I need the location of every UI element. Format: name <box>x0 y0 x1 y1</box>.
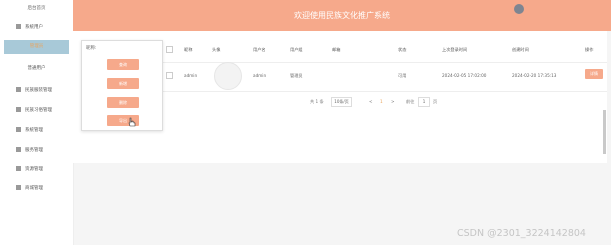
column-header: 操作 <box>585 47 594 52</box>
watermark-text: CSDN @2301_32241428​04 <box>457 228 586 239</box>
page-title: 欢迎使用民族文化推广系统 <box>294 11 390 20</box>
user-avatar-icon[interactable] <box>514 4 524 14</box>
sidebar-item-normal-users[interactable]: 普通用户 <box>0 62 73 74</box>
page-size-select[interactable]: 10条/页 <box>331 97 352 107</box>
goto-label: 前往 <box>406 99 415 104</box>
menu-icon <box>16 87 21 92</box>
sidebar-item-system[interactable]: 系统管理 <box>0 124 73 136</box>
column-header: 头像 <box>212 47 221 52</box>
cell-group: 管理员 <box>290 73 303 78</box>
column-header: 用户名 <box>253 47 266 52</box>
cell-created: 2024-02-20 17:35:13 <box>512 73 557 78</box>
top-header: 欢迎使用民族文化推广系统 <box>73 0 611 31</box>
nickname-label: 昵称: <box>86 46 97 51</box>
menu-icon <box>16 166 21 171</box>
column-header: 用户组 <box>290 47 303 52</box>
column-header: 邮箱 <box>332 47 341 52</box>
menu-icon <box>16 24 21 29</box>
sidebar-item-system-users[interactable]: 系统用户 <box>0 21 73 33</box>
scrollbar[interactable] <box>603 110 606 154</box>
menu-icon <box>16 147 21 152</box>
sidebar-item-mall[interactable]: 商城管理 <box>0 182 73 194</box>
page-number[interactable]: 1 <box>380 99 383 104</box>
column-header: 状态 <box>398 47 407 52</box>
search-action-panel: 昵称: 查询 新增 删除 导出 <box>81 40 163 131</box>
sidebar-title[interactable]: 后台首页 <box>0 5 73 11</box>
menu-icon <box>16 185 21 190</box>
sidebar: 后台首页 系统用户 管理员 普通用户 民族服装管理 民族习俗管理 系统管理 服务… <box>0 0 74 245</box>
pagination-total: 共 1 条 <box>310 99 324 104</box>
goto-page-input[interactable]: 1 <box>418 97 430 107</box>
detail-button[interactable]: 详情 <box>585 69 603 79</box>
column-header: 昵称 <box>184 47 193 52</box>
cell-nickname: admin <box>184 73 198 78</box>
row-checkbox[interactable] <box>166 72 173 79</box>
goto-unit: 页 <box>433 99 438 104</box>
sidebar-item-customs[interactable]: 民族习俗管理 <box>0 104 73 116</box>
column-header: 上次登录时间 <box>442 47 468 52</box>
sidebar-item-service[interactable]: 服务管理 <box>0 144 73 156</box>
sidebar-item-costume[interactable]: 民族服装管理 <box>0 84 73 96</box>
cell-status: 可用 <box>398 73 407 78</box>
select-all-checkbox[interactable] <box>166 46 173 53</box>
avatar-image <box>214 62 242 90</box>
row-divider <box>163 91 607 92</box>
menu-icon <box>16 107 21 112</box>
search-button[interactable]: 查询 <box>107 59 139 70</box>
cell-last-login: 2024-02-05 17:02:00 <box>442 73 487 78</box>
sidebar-item-admin[interactable]: 管理员 <box>4 40 69 54</box>
sidebar-item-resource[interactable]: 资源管理 <box>0 163 73 175</box>
cell-username: admin <box>253 73 267 78</box>
column-header: 创建时间 <box>512 47 529 52</box>
hand-cursor-icon <box>128 117 136 127</box>
menu-icon <box>16 127 21 132</box>
add-button[interactable]: 新增 <box>107 78 139 89</box>
next-page-button[interactable]: > <box>391 99 395 104</box>
prev-page-button[interactable]: < <box>369 99 373 104</box>
delete-button[interactable]: 删除 <box>107 97 139 108</box>
